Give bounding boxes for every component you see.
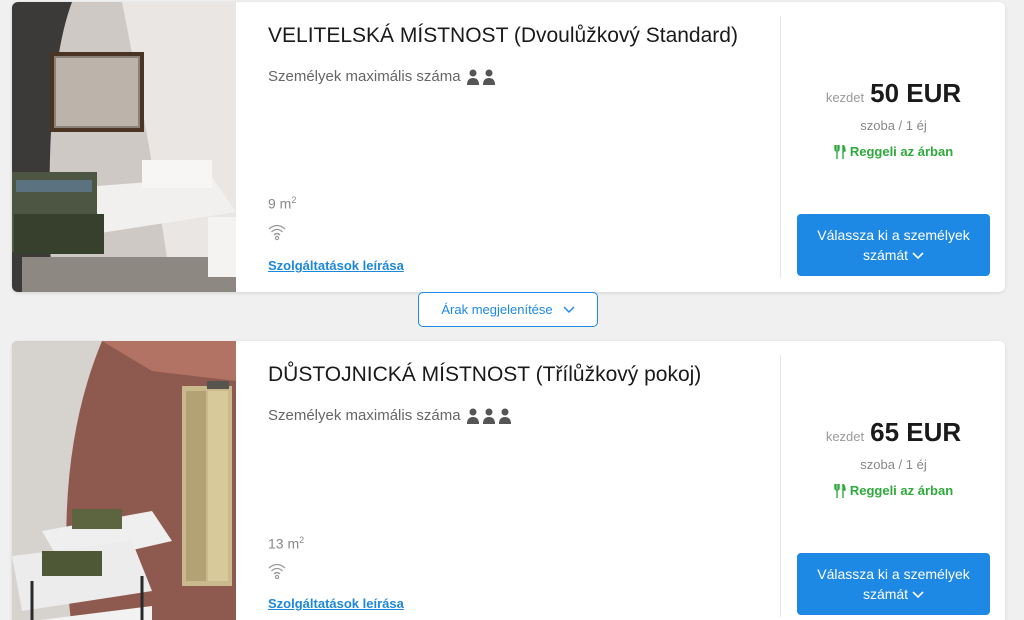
room-photo[interactable] — [12, 2, 236, 292]
person-icon — [466, 69, 479, 85]
price-per-label: szoba / 1 éj — [860, 457, 927, 472]
room-info: DŮSTOJNICKÁ MÍSTNOST (Třílůžkový pokoj) … — [268, 341, 778, 620]
services-link[interactable]: Szolgáltatások leírása — [268, 596, 404, 611]
breakfast-badge: Reggeli az árban — [782, 483, 1005, 498]
wifi-icon — [268, 563, 286, 580]
capacity-label: Személyek maximális száma — [268, 407, 461, 424]
price-row: kezdet 65 EUR — [782, 417, 1005, 448]
capacity-row: Személyek maximális száma — [268, 68, 496, 85]
price-box: kezdet 50 EUR szoba / 1 éj Reggeli az ár… — [782, 2, 1005, 292]
person-icons — [466, 408, 512, 424]
person-icon — [482, 69, 495, 85]
breakfast-badge: Reggeli az árban — [782, 144, 1005, 159]
select-persons-button[interactable]: Válassza ki a személyek számát — [797, 553, 990, 615]
chevron-down-icon — [912, 591, 924, 599]
price-box: kezdet 65 EUR szoba / 1 éj Reggeli az ár… — [782, 341, 1005, 620]
price-amount: 65 EUR — [870, 417, 962, 447]
price-from-label: kezdet — [825, 90, 865, 105]
price-from-label: kezdet — [825, 429, 865, 444]
select-persons-label: Válassza ki a személyek számát — [817, 227, 970, 263]
wifi-icon — [268, 224, 286, 241]
price-per-label: szoba / 1 éj — [860, 118, 927, 133]
room-card: DŮSTOJNICKÁ MÍSTNOST (Třílůžkový pokoj) … — [12, 341, 1005, 620]
price-amount: 50 EUR — [870, 78, 962, 108]
services-link[interactable]: Szolgáltatások leírása — [268, 258, 404, 273]
person-icon — [482, 408, 495, 424]
person-icons — [466, 69, 496, 85]
person-icon — [498, 408, 511, 424]
room-area: 13 m2 — [268, 535, 305, 552]
room-card: VELITELSKÁ MÍSTNOST (Dvoulůžkový Standar… — [12, 2, 1005, 292]
room-area: 9 m2 — [268, 195, 297, 212]
room-info: VELITELSKÁ MÍSTNOST (Dvoulůžkový Standar… — [268, 2, 778, 292]
show-prices-button[interactable]: Árak megjelenítése — [418, 292, 598, 327]
room-photo[interactable] — [12, 341, 236, 620]
person-icon — [466, 408, 479, 424]
fork-knife-icon — [834, 144, 846, 159]
show-prices-label: Árak megjelenítése — [441, 302, 553, 317]
capacity-row: Személyek maximális száma — [268, 407, 512, 424]
breakfast-label: Reggeli az árban — [849, 483, 954, 498]
room-title: DŮSTOJNICKÁ MÍSTNOST (Třílůžkový pokoj) — [268, 363, 702, 386]
select-persons-label: Válassza ki a személyek számát — [817, 566, 970, 602]
divider — [780, 355, 781, 617]
select-persons-button[interactable]: Válassza ki a személyek számát — [797, 214, 990, 276]
fork-knife-icon — [834, 483, 846, 498]
chevron-down-icon — [563, 306, 575, 313]
capacity-label: Személyek maximális száma — [268, 68, 461, 85]
breakfast-label: Reggeli az árban — [849, 144, 954, 159]
chevron-down-icon — [912, 252, 924, 260]
room-title: VELITELSKÁ MÍSTNOST (Dvoulůžkový Standar… — [268, 24, 738, 47]
price-row: kezdet 50 EUR — [782, 78, 1005, 109]
divider — [780, 16, 781, 278]
